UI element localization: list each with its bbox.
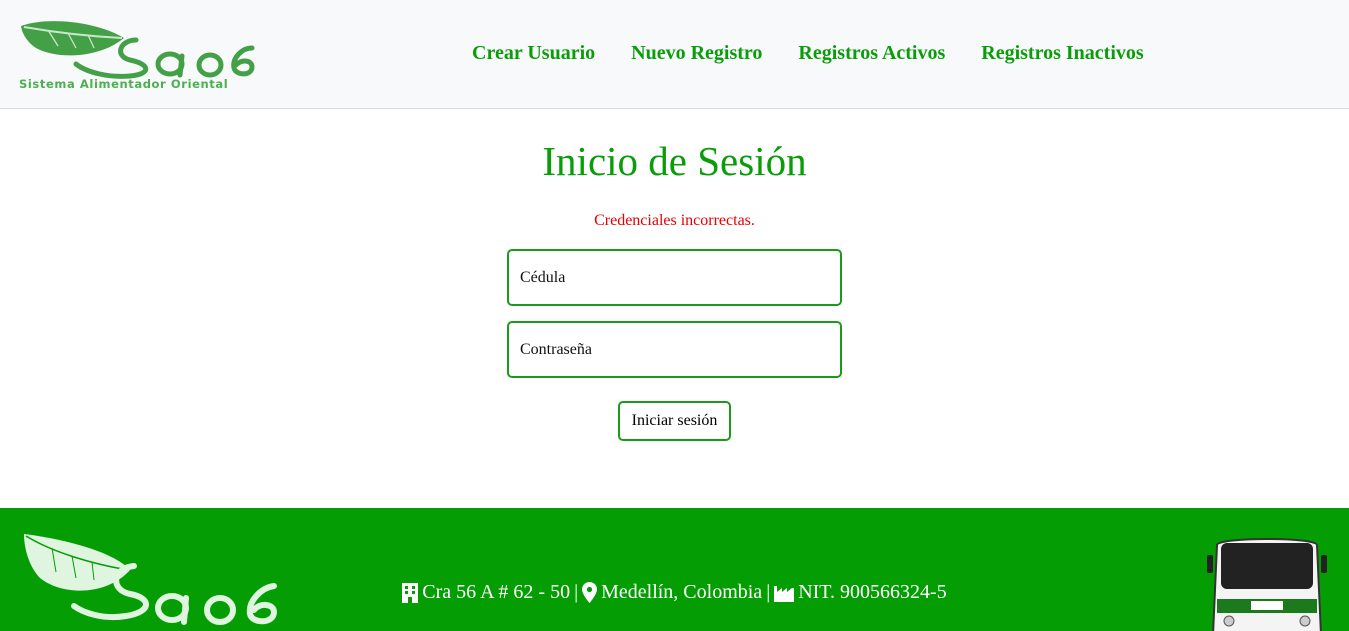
- industry-icon: [774, 585, 795, 602]
- top-navbar: Sistema Alimentador Oriental Crear Usuar…: [0, 0, 1349, 109]
- building-icon: [402, 582, 419, 603]
- footer-contact-info: Cra 56 A # 62 - 50 | Medellín, Colombia …: [0, 581, 1349, 604]
- footer-separator: |: [766, 581, 771, 603]
- footer-address: Cra 56 A # 62 - 50: [422, 581, 571, 603]
- main-nav: Crear Usuario Nuevo Registro Registros A…: [472, 42, 1144, 65]
- bus-icon: [1207, 538, 1327, 631]
- footer-separator: |: [574, 581, 579, 603]
- footer-city: Medellín, Colombia: [601, 581, 763, 603]
- page-title: Inicio de Sesión: [542, 138, 807, 184]
- leaf-icon: [21, 21, 124, 56]
- cedula-input[interactable]: [507, 249, 842, 306]
- nav-nuevo-registro[interactable]: Nuevo Registro: [631, 42, 762, 65]
- nav-registros-activos[interactable]: Registros Activos: [798, 42, 945, 65]
- nav-crear-usuario[interactable]: Crear Usuario: [472, 42, 595, 65]
- password-input[interactable]: [507, 321, 842, 378]
- error-message: Credenciales incorrectas.: [594, 212, 755, 229]
- footer: Cra 56 A # 62 - 50 | Medellín, Colombia …: [0, 508, 1349, 631]
- logo-tagline: Sistema Alimentador Oriental: [19, 77, 229, 91]
- footer-nit: NIT. 900566324-5: [798, 581, 947, 603]
- nav-registros-inactivos[interactable]: Registros Inactivos: [981, 42, 1143, 65]
- login-button[interactable]: Iniciar sesión: [618, 401, 731, 441]
- map-marker-icon: [582, 582, 598, 603]
